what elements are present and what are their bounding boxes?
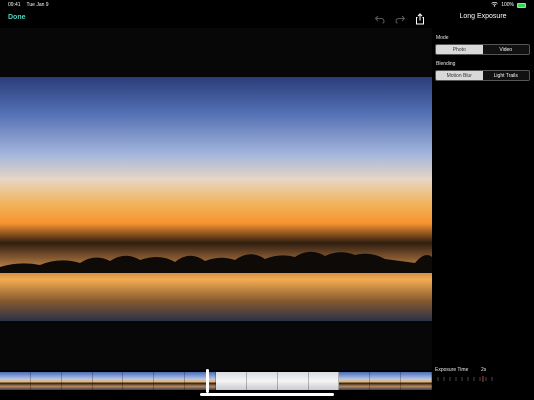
timeline-frame <box>123 372 155 390</box>
timeline-frame <box>154 372 186 390</box>
battery-icon <box>517 2 526 8</box>
battery-percent: 100% <box>501 2 514 8</box>
timeline-strip[interactable] <box>0 372 433 390</box>
mode-option-video[interactable]: Video <box>482 45 529 54</box>
exposure-time-value: 2s <box>481 367 487 373</box>
status-time: 09:41 <box>8 2 21 8</box>
mode-label: Mode <box>436 35 449 41</box>
timeline-frame <box>30 372 62 390</box>
redo-icon[interactable] <box>394 13 406 25</box>
timeline-frame <box>370 372 402 390</box>
timeline-frame <box>339 372 371 390</box>
undo-icon[interactable] <box>373 13 385 25</box>
timeline-frame <box>401 372 433 390</box>
blending-label: Blending <box>436 61 456 67</box>
wifi-icon <box>491 1 498 9</box>
mode-option-photo[interactable]: Photo <box>436 45 483 54</box>
timeline-playhead[interactable] <box>206 369 209 393</box>
status-date: Tue Jan 9 <box>26 2 49 8</box>
editor-toolbar: Done <box>0 10 432 28</box>
timeline-frame <box>277 372 309 390</box>
timeline-frame <box>92 372 124 390</box>
status-bar: 09:41 Tue Jan 9 100% <box>0 0 534 10</box>
photo-preview[interactable] <box>0 77 432 321</box>
control-panel <box>432 28 534 400</box>
share-icon[interactable] <box>414 13 426 25</box>
exposure-slider[interactable] <box>436 376 496 382</box>
blending-segmented-control: Motion Blur Light Trails <box>435 70 530 81</box>
mode-segmented-control: Photo Video <box>435 44 530 55</box>
blending-option-light-trails[interactable]: Light Trails <box>482 71 529 80</box>
blending-option-motion-blur[interactable]: Motion Blur <box>436 71 483 80</box>
exposure-time-label: Exposure Time <box>435 367 469 373</box>
home-indicator[interactable] <box>200 393 334 396</box>
tree-silhouette <box>0 251 432 273</box>
timeline-frame <box>246 372 278 390</box>
timeline-frame <box>61 372 93 390</box>
timeline-frame <box>185 372 217 390</box>
panel-title: Long Exposure <box>459 13 507 20</box>
done-button[interactable]: Done <box>8 14 26 21</box>
timeline-frame <box>216 372 247 390</box>
timeline-frame <box>308 372 340 390</box>
timeline-frame <box>0 372 31 390</box>
